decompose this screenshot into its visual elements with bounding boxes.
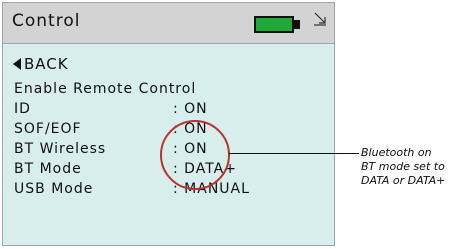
row-label: SOF/EOF xyxy=(14,121,82,137)
back-label: BACK xyxy=(24,55,69,73)
row-label: BT Mode xyxy=(14,161,82,177)
row-label: USB Mode xyxy=(14,181,94,197)
row-value: : ON xyxy=(173,101,208,117)
battery-terminal xyxy=(294,20,300,29)
battery-level-fill xyxy=(256,18,292,31)
device-screen: Control BACK Enable Remote Control ID : … xyxy=(2,2,335,246)
download-icon xyxy=(314,12,326,26)
row-label: BT Wireless xyxy=(14,141,107,157)
battery-full-icon xyxy=(254,16,300,33)
callout-annotation: Bluetooth on BT mode set to DATA or DATA… xyxy=(361,146,446,187)
highlight-circle xyxy=(160,120,230,190)
screen-title: Control xyxy=(12,11,81,31)
callout-leader-line xyxy=(229,153,359,154)
back-button[interactable]: BACK xyxy=(13,55,69,73)
row-label: ID xyxy=(14,101,31,117)
menu-heading[interactable]: Enable Remote Control xyxy=(14,81,196,97)
triangle-left-icon xyxy=(13,58,21,70)
title-bar: Control xyxy=(3,3,334,44)
